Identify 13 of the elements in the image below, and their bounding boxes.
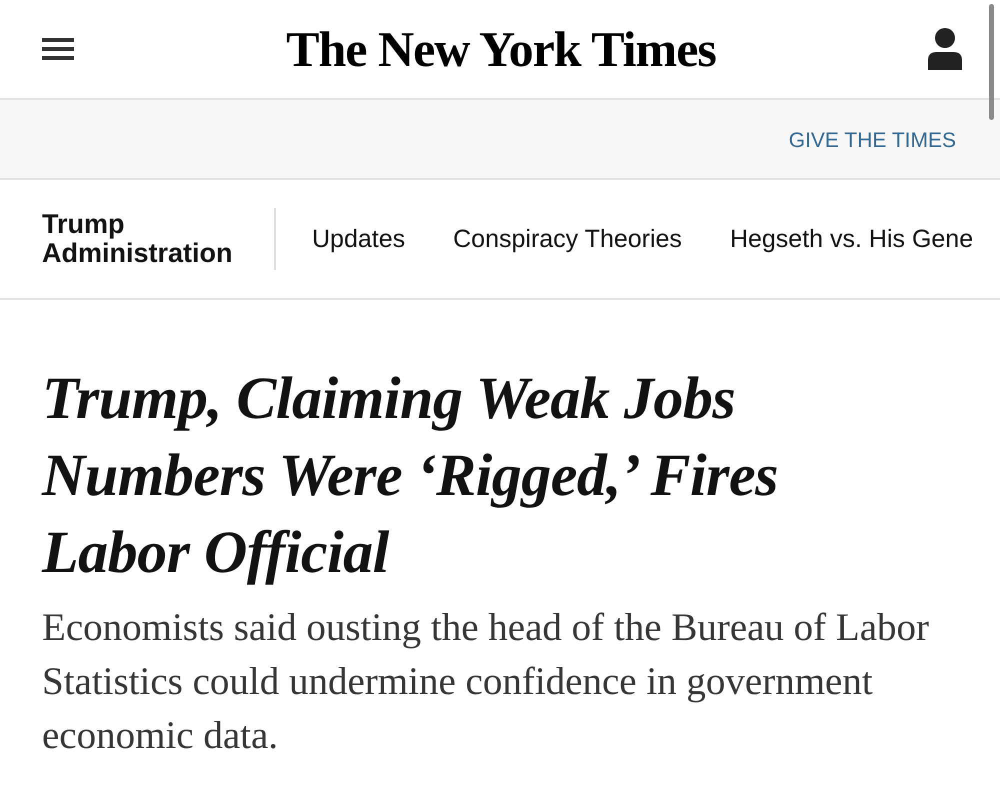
menu-icon bbox=[42, 38, 74, 60]
section-nav-link[interactable]: Updates bbox=[312, 224, 406, 254]
newspaper-logo[interactable]: The New York Times bbox=[286, 20, 716, 78]
give-the-times-link[interactable]: GIVE THE TIMES bbox=[788, 125, 956, 153]
section-nav-link[interactable]: Conspiracy Theories bbox=[453, 224, 682, 254]
account-button[interactable] bbox=[928, 28, 962, 70]
user-icon bbox=[928, 28, 962, 70]
section-nav-link[interactable]: Hegseth vs. His Gene bbox=[730, 224, 974, 254]
scrollbar-thumb[interactable] bbox=[989, 4, 994, 120]
menu-button[interactable] bbox=[42, 38, 74, 60]
article-headline: Trump, Claiming Weak Jobs Numbers Were ‘Rigged,’ Fires Labor Official bbox=[42, 364, 779, 587]
article-summary: Economists said ousting the head of the Bureau of Labor Statistics could undermine confidence in government economic data. bbox=[42, 605, 930, 759]
section-title[interactable]: Trump Administration bbox=[42, 208, 276, 270]
